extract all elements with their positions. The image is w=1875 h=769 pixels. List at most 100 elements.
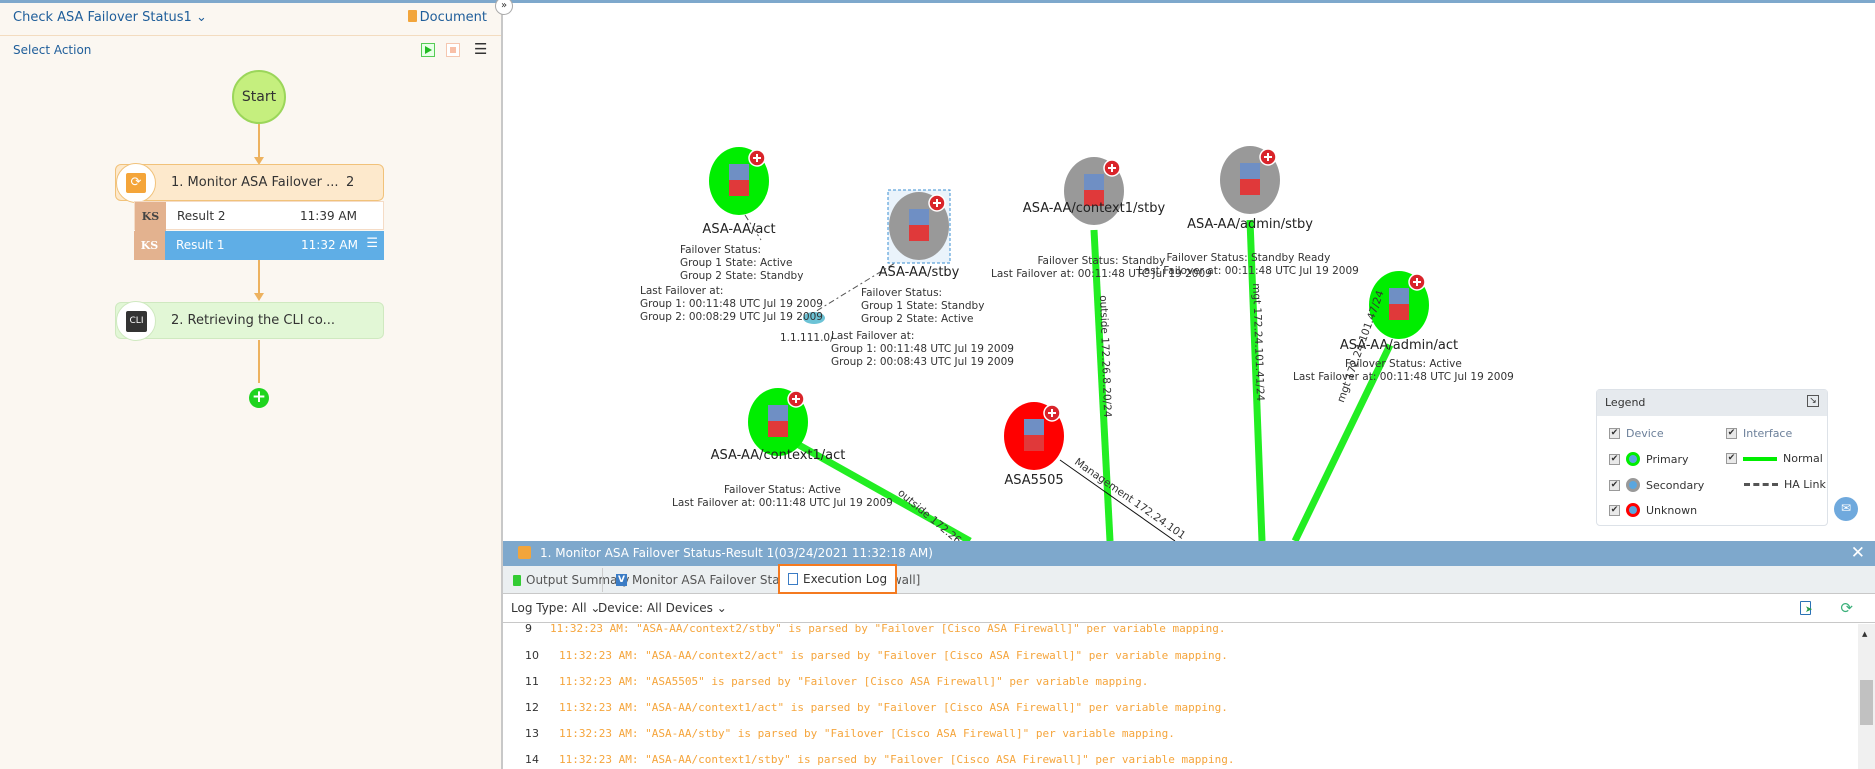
device-label: ASA-AA/stby <box>878 265 960 280</box>
tab-label: Execution Log <box>803 572 888 586</box>
flow-connector <box>258 124 260 159</box>
stop-button[interactable] <box>446 43 460 57</box>
log-line-number: 12 <box>525 701 539 714</box>
firewall-icon <box>1240 179 1260 195</box>
firewall-icon <box>1084 174 1104 190</box>
close-icon[interactable]: ✕ <box>1851 543 1865 563</box>
flow-title: Check ASA Failover Status1 <box>13 10 192 25</box>
log-type-select[interactable]: Log Type: All ⌄ <box>511 601 600 615</box>
device-label: ASA-AA/act <box>702 222 776 237</box>
export-icon[interactable]: ➤ <box>1800 601 1813 615</box>
scroll-up-icon[interactable]: ▲ <box>1862 630 1867 638</box>
log-scrollbar[interactable]: ▲ <box>1858 624 1875 769</box>
failover-status: Failover Status: Group 1 State: Active G… <box>680 244 804 282</box>
checkbox[interactable]: ✔ <box>1609 504 1620 516</box>
firewall-icon <box>1240 163 1260 179</box>
arrow-icon <box>254 293 264 301</box>
flow-header: Check ASA Failover Status1 ⌄ Document <box>0 3 501 36</box>
legend-header: Legend ↘ <box>1597 390 1827 416</box>
log-text: 11:32:23 AM: "ASA-AA/context2/stby" is p… <box>550 624 1226 635</box>
mail-icon: ✉ <box>1840 501 1852 515</box>
start-node[interactable]: Start <box>232 70 286 124</box>
add-action-button[interactable]: + <box>249 388 269 408</box>
checkbox[interactable]: ✔ <box>1726 428 1737 439</box>
variable-icon: V <box>616 574 627 586</box>
result-name: Result 2 <box>177 209 226 223</box>
checkbox[interactable]: ✔ <box>1726 453 1737 464</box>
log-text: 11:32:23 AM: "ASA-AA/context1/act" is pa… <box>559 701 1228 714</box>
summary-icon <box>513 574 521 586</box>
result-row[interactable]: KS Result 2 11:39 AM <box>134 201 384 231</box>
log-icon <box>788 573 798 585</box>
legend-panel: Legend ↘ ✔ Device ✔ Primary ✔ Secondary ✔ Unk… <box>1596 389 1828 526</box>
firewall-icon <box>768 405 788 421</box>
log-line-number: 10 <box>525 649 539 662</box>
firewall-icon <box>909 209 929 225</box>
result-count: 2 <box>346 175 355 190</box>
log-line-number: 14 <box>525 753 539 766</box>
result-menu-icon[interactable]: ☰ <box>366 236 378 251</box>
action-icon-wrap: ⟳ <box>116 163 156 203</box>
secondary-icon <box>1626 478 1640 492</box>
device-value: All Devices <box>646 601 713 615</box>
unknown-icon <box>1626 503 1640 517</box>
action-node-2[interactable]: CLI 2. Retrieving the CLI co... <box>115 301 384 341</box>
document-button[interactable]: Document <box>407 10 487 25</box>
log-line-number: 13 <box>525 727 539 740</box>
expand-icon[interactable]: ↘ <box>1807 395 1819 407</box>
firewall-icon <box>1389 288 1409 304</box>
flow-connector <box>258 340 260 383</box>
chevron-down-icon: ⌄ <box>195 10 207 25</box>
document-label: Document <box>419 10 487 25</box>
management-link <box>1059 459 1176 541</box>
refresh-icon[interactable]: ⟳ <box>1840 599 1853 617</box>
tab-execution-log[interactable]: Execution Log <box>778 564 898 594</box>
legend-device: Device <box>1626 427 1664 440</box>
mail-button[interactable]: ✉ <box>1834 497 1858 521</box>
stop-icon <box>450 47 456 53</box>
link-label: 1.1.111.0/ <box>780 332 834 344</box>
result-time: 11:32 AM <box>301 238 358 252</box>
failover-status: Failover Status: Standby Ready Last Fail… <box>1138 252 1359 277</box>
result-row-selected[interactable]: KS Result 1 11:32 AM ☰ <box>134 231 384 260</box>
result-name: Result 1 <box>176 238 225 252</box>
device-select[interactable]: Device: All Devices ⌄ <box>598 601 727 615</box>
result-panel: 1. Monitor ASA Failover Status-Result 1(… <box>503 541 1875 769</box>
normal-line-icon <box>1743 456 1777 461</box>
device-label: ASA-AA/context1/stby <box>1022 201 1166 216</box>
select-action-link[interactable]: Select Action <box>13 43 91 57</box>
ks-badge: KS <box>135 202 166 231</box>
failover-status: Failover Status: Active Last Failover at… <box>1293 358 1514 383</box>
action-node-1[interactable]: ⟳ 1. Monitor ASA Failover ... 2 <box>115 163 384 203</box>
run-button[interactable] <box>421 43 435 57</box>
log-line-number: 11 <box>525 675 539 688</box>
device-label: ASA-AA/context1/act <box>710 448 846 463</box>
result-panel-title: 1. Monitor ASA Failover Status-Result 1(… <box>540 546 933 560</box>
firewall-icon <box>1024 419 1044 435</box>
device-label: Device: <box>598 601 644 615</box>
log-type-label: Log Type: <box>511 601 568 615</box>
log-text: 11:32:23 AM: "ASA-AA/context2/act" is pa… <box>559 649 1228 662</box>
log-text: 11:32:23 AM: "ASA-AA/stby" is parsed by … <box>559 727 1175 740</box>
legend-ha-link: HA Link <box>1784 478 1826 491</box>
monitor-icon <box>518 546 531 559</box>
flow-title-dropdown[interactable]: Check ASA Failover Status1 ⌄ <box>13 10 207 25</box>
action-label: 2. Retrieving the CLI co... <box>171 313 335 328</box>
checkbox[interactable]: ✔ <box>1609 453 1620 465</box>
monitor-icon: ⟳ <box>126 173 146 193</box>
document-icon <box>407 10 417 22</box>
scrollbar-thumb[interactable] <box>1860 680 1873 725</box>
legend-interface: Interface <box>1743 427 1793 440</box>
menu-icon[interactable]: ☰ <box>474 42 488 57</box>
flow-panel: Check ASA Failover Status1 ⌄ Document » … <box>0 0 513 769</box>
failover-status: Failover Status: Active Last Failover at… <box>672 484 893 509</box>
checkbox[interactable]: ✔ <box>1609 479 1620 491</box>
cli-icon: CLI <box>126 311 147 332</box>
legend-unknown: Unknown <box>1646 503 1698 517</box>
checkbox[interactable]: ✔ <box>1609 428 1620 439</box>
action-icon-wrap: CLI <box>116 301 156 341</box>
firewall-icon <box>909 225 929 241</box>
firewall-icon <box>1024 435 1044 451</box>
log-type-value: All <box>571 601 587 615</box>
legend-secondary: Secondary <box>1646 478 1705 492</box>
